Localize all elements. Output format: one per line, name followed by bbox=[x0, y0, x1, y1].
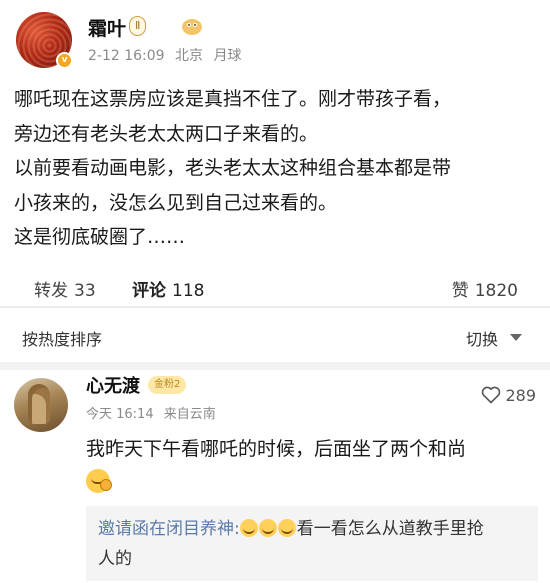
username[interactable]: 霜叶 bbox=[88, 14, 126, 41]
post-header: v 霜叶 Ⅱ 2-12 16:09 北京 月球 bbox=[16, 12, 536, 69]
reply-text-line1: 看一看怎么从道教手里抢 bbox=[296, 519, 484, 539]
grin-emoji-icon bbox=[258, 519, 277, 537]
sort-bar: 按热度排序 切换 bbox=[0, 314, 550, 358]
post-date: 2-12 16:09 bbox=[88, 48, 165, 64]
reply-text: 邀请函在闭目养神: 看一看怎么从道教手里抢 人的 bbox=[98, 514, 526, 574]
like-count: 1820 bbox=[474, 281, 518, 301]
post-device: 月球 bbox=[213, 48, 242, 64]
post-line: 旁边还有老头老太太两口子来看的。 bbox=[14, 122, 319, 145]
comment-label: 评论 bbox=[132, 281, 166, 301]
fan-badge-icon bbox=[182, 19, 202, 35]
comment-meta: 今天 16:14 来自云南 bbox=[86, 403, 222, 422]
comment-date: 今天 16:14 bbox=[86, 407, 154, 422]
reply-preview[interactable]: 邀请函在闭目养神: 看一看怎么从道教手里抢 人的 bbox=[86, 506, 538, 581]
reply-text-line2: 人的 bbox=[98, 549, 132, 569]
separator bbox=[0, 306, 550, 308]
action-bar: 转发 33 评论 118 赞 1820 bbox=[0, 268, 550, 304]
thinking-emoji-icon bbox=[86, 469, 112, 493]
post-body[interactable]: 哪吒现在这票房应该是真挡不住了。刚才带孩子看， 旁边还有老头老太太两口子来看的。… bbox=[14, 82, 538, 255]
sort-label: 按热度排序 bbox=[22, 330, 103, 349]
caret-down-icon[interactable] bbox=[510, 334, 522, 341]
comment-text[interactable]: 我昨天下午看哪吒的时候，后面坐了两个和尚 bbox=[86, 432, 536, 500]
comment-like-button[interactable]: 289 bbox=[481, 386, 536, 405]
comment-like-count: 289 bbox=[505, 386, 536, 405]
comment-text-body: 我昨天下午看哪吒的时候，后面坐了两个和尚 bbox=[86, 438, 467, 460]
grin-emoji-icon bbox=[277, 519, 296, 537]
heart-icon bbox=[482, 386, 501, 404]
post-line: 小孩来的，没怎么见到自己过来看的。 bbox=[14, 191, 338, 214]
commenter-avatar[interactable] bbox=[14, 378, 68, 432]
switch-sort-button[interactable]: 切换 bbox=[466, 326, 498, 350]
verified-badge-icon: v bbox=[56, 52, 73, 69]
repost-label: 转发 bbox=[34, 281, 68, 301]
repost-count: 33 bbox=[74, 281, 96, 301]
repost-button[interactable]: 转发 33 bbox=[34, 276, 96, 301]
level-badge: Ⅱ bbox=[129, 16, 147, 36]
comment-location: 来自云南 bbox=[163, 407, 216, 422]
post-line: 哪吒现在这票房应该是真挡不住了。刚才带孩子看， bbox=[14, 88, 452, 110]
comment-item: 心无渡 金粉2 今天 16:14 来自云南 289 我昨天下午看哪吒的时候，后面… bbox=[0, 370, 550, 583]
reply-author[interactable]: 邀请函在闭目养神: bbox=[98, 519, 240, 539]
commenter-name[interactable]: 心无渡 bbox=[86, 372, 140, 398]
post-line: 以前要看动画电影，老头老太太这种组合基本都是带 bbox=[14, 157, 452, 179]
divider bbox=[0, 362, 550, 370]
comment-count: 118 bbox=[172, 281, 205, 301]
comment-tab[interactable]: 评论 118 bbox=[132, 276, 204, 301]
like-label: 赞 bbox=[451, 281, 469, 301]
fan-level-badge: 金粉2 bbox=[148, 376, 187, 394]
grin-emoji-icon bbox=[239, 519, 258, 537]
post-meta: 2-12 16:09 北京 月球 bbox=[88, 45, 247, 65]
post-location: 北京 bbox=[175, 48, 204, 64]
post-line: 这是彻底破圈了…… bbox=[14, 226, 186, 248]
like-button[interactable]: 赞 1820 bbox=[452, 276, 518, 301]
